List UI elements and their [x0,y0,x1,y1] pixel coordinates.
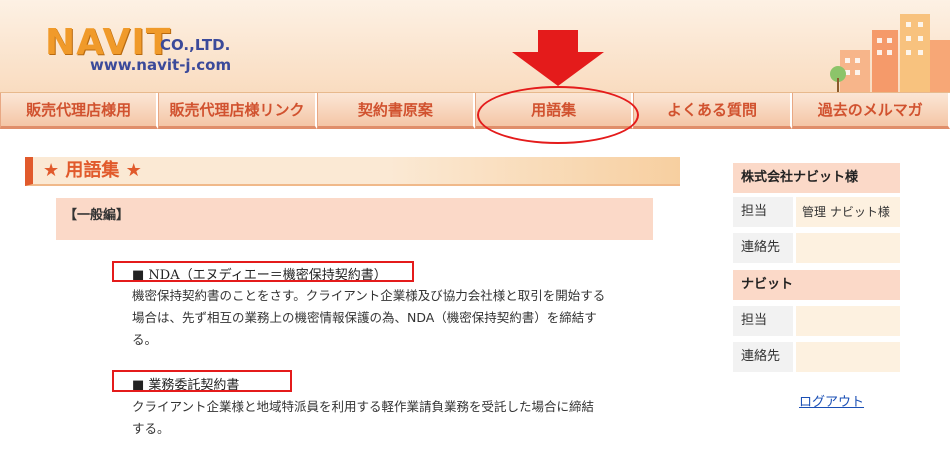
term-nda: ■ NDA（エヌディエー＝機密保持契約書） [132,268,387,283]
sidebar-navit-contact-label: 連絡先 [733,342,793,372]
description-line: クライアント企業様と地域特派員を利用する軽作業請負業務を受託した場合に締結 [132,399,595,414]
description-line: する。 [132,421,170,436]
sidebar-navit-contact-person-label: 担当 [733,306,793,336]
category-heading: 【一般編】 [56,198,653,240]
red-down-arrow-icon [512,30,604,86]
navit-logo[interactable]: NAVIT CO.,LTD. www.navit-j.com [45,22,245,80]
description-line: 機密保持契約書のことをさす。クライアント企業様及び協力会社様と取引を開始する [132,288,606,303]
logo-company-suffix: CO.,LTD. [160,36,231,54]
sidebar-company-contact-person-value: 管理 ナビット様 [796,197,900,227]
sidebar-company-contact-person-label: 担当 [733,197,793,227]
description-line: る。 [132,332,158,347]
term-nda-description: 機密保持契約書のことをさす。クライアント企業様及び協力会社様と取引を開始する 場… [132,285,632,351]
nav-sales-agent[interactable]: 販売代理店様用 [0,93,159,129]
sidebar-navit-contact-person-value [796,306,900,336]
sidebar-company-header: 株式会社ナビット様 [733,163,900,193]
description-line: 場合は、先ず相互の業務上の機密情報保護の為、NDA（機密保持契約書）を締結す [132,310,597,325]
main-nav: 販売代理店様用 販売代理店様リンク 契約書原案 用語集 よくある質問 過去のメル… [0,93,950,129]
nav-past-newsletter[interactable]: 過去のメルマガ [791,93,950,129]
nav-faq[interactable]: よくある質問 [633,93,792,129]
sidebar-navit-contact-value [796,342,900,372]
term-business-outsourcing: ■ 業務委託契約書 [132,378,240,393]
nav-contract-draft[interactable]: 契約書原案 [316,93,475,129]
term-business-outsourcing-description: クライアント企業様と地域特派員を利用する軽作業請負業務を受託した場合に締結 する… [132,396,632,440]
section-title: ★ 用語集 ★ [25,157,680,186]
sidebar-company-contact-label: 連絡先 [733,233,793,263]
city-buildings-illustration [830,14,950,92]
nav-glossary[interactable]: 用語集 [474,93,634,129]
logo-url: www.navit-j.com [90,56,232,74]
nav-sales-agent-link[interactable]: 販売代理店様リンク [158,93,317,129]
sidebar-navit-header: ナビット [733,270,900,300]
sidebar-company-contact-value [796,233,900,263]
logout-link[interactable]: ログアウト [799,391,864,410]
site-header: NAVIT CO.,LTD. www.navit-j.com [0,0,950,93]
